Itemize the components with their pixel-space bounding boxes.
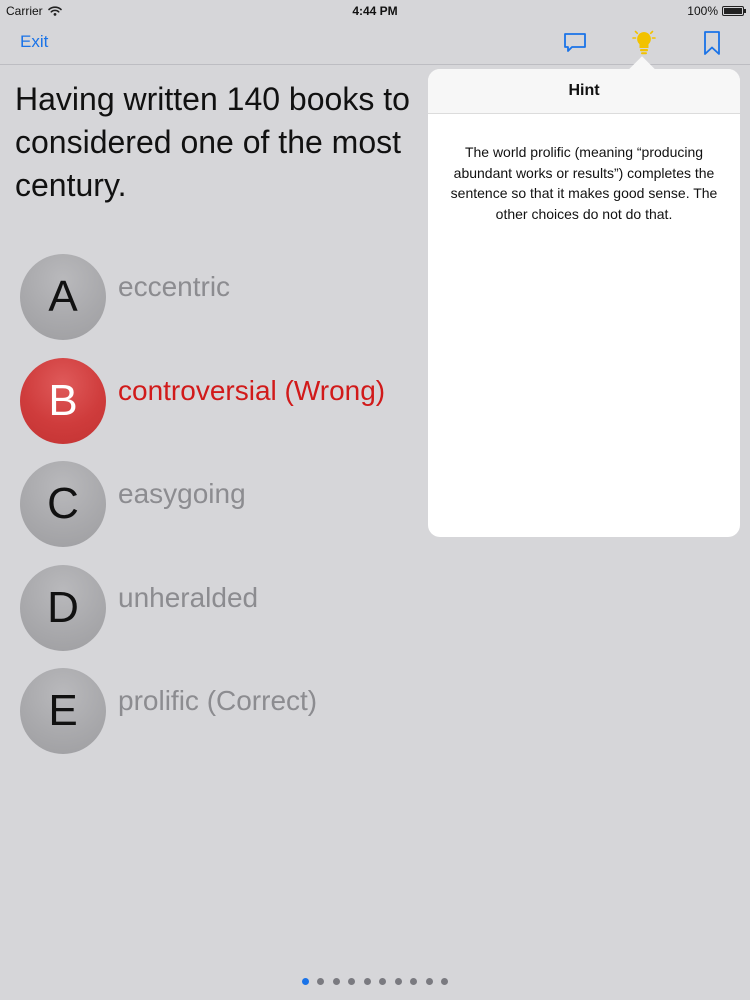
hint-body: The world prolific (meaning “producing a… <box>428 114 740 224</box>
hint-title: Hint <box>428 69 740 114</box>
lightbulb-icon[interactable] <box>629 28 659 58</box>
status-bar: Carrier 4:44 PM 100% <box>0 0 750 22</box>
answer-text[interactable]: eccentric <box>118 271 230 303</box>
answer-letter-circle[interactable]: A <box>20 254 106 340</box>
answer-letter-circle[interactable]: E <box>20 668 106 754</box>
page-dot[interactable] <box>301 978 309 985</box>
hint-popover: Hint The world prolific (meaning “produc… <box>428 69 740 537</box>
status-time: 4:44 PM <box>352 4 398 18</box>
hint-line: sentence so that it makes good sense. Th… <box>450 185 718 201</box>
answer-letter-circle[interactable]: C <box>20 461 106 547</box>
page-dot[interactable] <box>379 978 387 985</box>
page-dot[interactable] <box>348 978 356 985</box>
bookmark-icon[interactable] <box>697 28 727 58</box>
hint-line: other choices do not do that. <box>495 205 673 222</box>
answer-text[interactable]: prolific (Correct) <box>118 685 317 717</box>
page-dot[interactable] <box>394 978 402 985</box>
page-dot[interactable] <box>317 978 325 985</box>
page-dot[interactable] <box>441 978 449 985</box>
hint-line: abundant works or results”) completes th… <box>453 164 715 181</box>
page-dot[interactable] <box>332 978 340 985</box>
page-dot[interactable] <box>425 978 433 985</box>
status-battery: 100% <box>687 4 746 18</box>
battery-fill <box>724 8 742 14</box>
answer-text[interactable]: unheralded <box>118 582 258 614</box>
answer-letter-circle[interactable]: B <box>20 357 106 444</box>
nav-bar: Exit <box>0 22 750 65</box>
answer-text[interactable]: easygoing <box>118 478 246 510</box>
page-dot[interactable] <box>363 978 371 985</box>
comment-icon[interactable] <box>560 28 590 58</box>
battery-icon <box>722 6 746 16</box>
answer-text[interactable]: controversial (Wrong) <box>118 375 385 407</box>
page-indicator <box>0 978 750 985</box>
page-dot[interactable] <box>410 978 418 985</box>
hint-line: The world prolific (meaning “producing <box>464 144 704 160</box>
answer-letter-circle[interactable]: D <box>20 564 106 651</box>
battery-percent: 100% <box>687 4 718 18</box>
exit-button[interactable]: Exit <box>20 32 48 52</box>
